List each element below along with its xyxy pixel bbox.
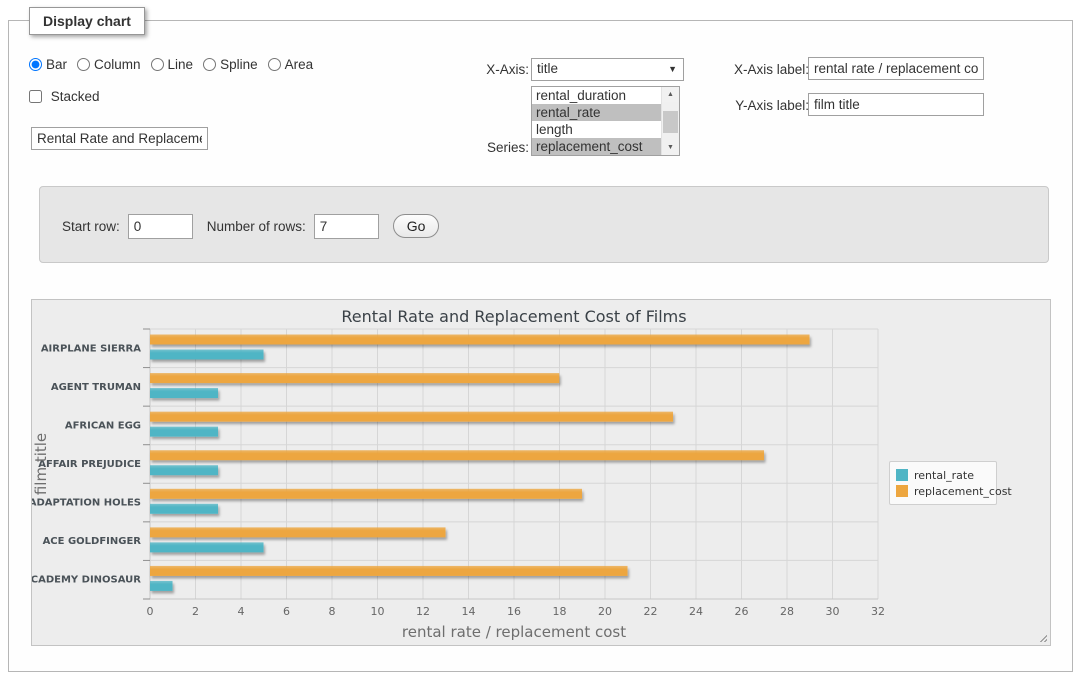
series-option-rental_duration[interactable]: rental_duration xyxy=(532,87,662,104)
x-tick-label: 8 xyxy=(329,605,336,618)
scroll-up-icon[interactable]: ▲ xyxy=(662,87,679,102)
category-label: ACADEMY DINOSAUR xyxy=(32,575,141,586)
series-option-replacement_cost[interactable]: replacement_cost xyxy=(532,138,662,155)
x-axis-title: rental rate / replacement cost xyxy=(402,623,626,641)
legend-label: rental_rate xyxy=(914,469,974,482)
fieldset-legend: Display chart xyxy=(29,7,145,35)
bar-replacement_cost xyxy=(150,373,559,383)
x-tick-label: 14 xyxy=(462,605,476,618)
go-button[interactable]: Go xyxy=(393,214,440,238)
x-tick-label: 26 xyxy=(735,605,749,618)
bar-rental_rate xyxy=(150,388,218,398)
chart-type-radio-area[interactable] xyxy=(268,58,281,71)
x-axis-label-input[interactable] xyxy=(808,57,984,80)
series-scrollbar[interactable]: ▲ ▼ xyxy=(661,87,679,155)
start-row-label: Start row: xyxy=(62,219,120,234)
bar-rental_rate xyxy=(150,427,218,437)
x-tick-label: 6 xyxy=(283,605,290,618)
display-chart-fieldset: Display chart BarColumnLineSplineArea St… xyxy=(8,20,1073,672)
bar-replacement_cost xyxy=(150,527,446,537)
start-row-input[interactable] xyxy=(128,214,193,239)
x-axis-select-label: X-Axis: xyxy=(449,62,529,77)
bar-replacement_cost xyxy=(150,412,673,422)
bar-replacement_cost xyxy=(150,450,764,460)
category-label: AGENT TRUMAN xyxy=(51,382,141,393)
bar-replacement_cost xyxy=(150,566,628,576)
chart-type-label: Bar xyxy=(46,57,67,72)
chart-legend: rental_rate replacement_cost xyxy=(889,461,997,505)
legend-entry-replacement-cost[interactable]: replacement_cost xyxy=(896,483,990,499)
x-axis-select[interactable]: title ▼ xyxy=(531,58,684,81)
series-listbox-options: rental_durationrental_ratelengthreplacem… xyxy=(532,87,662,155)
y-axis-label-caption: Y-Axis label: xyxy=(724,98,809,113)
row-range-controls: Start row: Number of rows: Go xyxy=(62,213,439,239)
x-tick-label: 22 xyxy=(644,605,658,618)
chart-type-label: Spline xyxy=(220,57,258,72)
bar-rental_rate xyxy=(150,542,264,552)
category-label: AFRICAN EGG xyxy=(65,420,141,431)
chart-title-input[interactable] xyxy=(31,127,208,150)
stacked-label: Stacked xyxy=(51,89,100,104)
x-tick-label: 28 xyxy=(780,605,794,618)
x-tick-label: 18 xyxy=(553,605,567,618)
stacked-checkbox[interactable] xyxy=(29,90,42,103)
page: Display chart Bar Column Line Spline Area St… xyxy=(0,0,1081,681)
chart-type-radio-line[interactable] xyxy=(151,58,164,71)
x-tick-label: 2 xyxy=(192,605,199,618)
series-list-label: Series: xyxy=(449,140,529,155)
chart-type-option-area: Area xyxy=(268,57,314,72)
x-tick-label: 20 xyxy=(598,605,612,618)
x-tick-label: 4 xyxy=(238,605,245,618)
num-rows-label: Number of rows: xyxy=(207,219,306,234)
x-tick-label: 0 xyxy=(147,605,154,618)
legend-label: replacement_cost xyxy=(914,485,1012,498)
category-label: AIRPLANE SIERRA xyxy=(41,343,141,354)
legend-swatch-replacement-cost xyxy=(896,485,908,497)
bar-replacement_cost xyxy=(150,335,810,345)
x-axis-selected-value: title xyxy=(537,61,558,76)
legend-entry-rental-rate[interactable]: rental_rate xyxy=(896,467,990,483)
num-rows-input[interactable] xyxy=(314,214,379,239)
series-listbox[interactable]: rental_durationrental_ratelengthreplacem… xyxy=(531,86,680,156)
chart-title: Rental Rate and Replacement Cost of Film… xyxy=(341,307,686,326)
y-axis-title: film title xyxy=(32,433,50,495)
bar-rental_rate xyxy=(150,465,218,475)
scroll-down-icon[interactable]: ▼ xyxy=(662,140,679,155)
x-tick-label: 24 xyxy=(689,605,703,618)
chevron-down-icon: ▼ xyxy=(668,64,677,74)
chart-panel: 02468101214161820222426283032AIRPLANE SI… xyxy=(31,299,1051,646)
bar-replacement_cost xyxy=(150,489,582,499)
category-label: ACE GOLDFINGER xyxy=(43,536,142,547)
chart-type-radio-bar[interactable] xyxy=(29,58,42,71)
bar-rental_rate xyxy=(150,350,264,360)
chart-type-label: Line xyxy=(168,57,194,72)
row-range-panel: Start row: Number of rows: Go xyxy=(39,186,1049,263)
y-axis-label-input[interactable] xyxy=(808,93,984,116)
chart-type-option-column: Column xyxy=(77,57,141,72)
category-label: ADAPTATION HOLES xyxy=(32,498,141,509)
series-option-rental_rate[interactable]: rental_rate xyxy=(532,104,662,121)
legend-swatch-rental-rate xyxy=(896,469,908,481)
chart-type-label: Column xyxy=(94,57,141,72)
x-tick-label: 32 xyxy=(871,605,885,618)
chart-type-option-line: Line xyxy=(151,57,194,72)
bar-rental_rate xyxy=(150,504,218,514)
x-tick-label: 30 xyxy=(826,605,840,618)
stacked-row: Stacked xyxy=(29,89,100,104)
x-tick-label: 10 xyxy=(371,605,385,618)
chart-type-option-spline: Spline xyxy=(203,57,258,72)
chart-type-radio-column[interactable] xyxy=(77,58,90,71)
x-tick-label: 12 xyxy=(416,605,430,618)
bar-rental_rate xyxy=(150,581,173,591)
series-option-length[interactable]: length xyxy=(532,121,662,138)
chart-type-option-bar: Bar xyxy=(29,57,67,72)
chart-type-label: Area xyxy=(285,57,314,72)
x-axis-label-caption: X-Axis label: xyxy=(724,62,809,77)
x-tick-label: 16 xyxy=(507,605,521,618)
category-label: AFFAIR PREJUDICE xyxy=(38,459,141,470)
scrollbar-thumb[interactable] xyxy=(663,111,678,133)
chart-type-group: Bar Column Line Spline Area xyxy=(29,57,323,72)
chart-type-radio-spline[interactable] xyxy=(203,58,216,71)
